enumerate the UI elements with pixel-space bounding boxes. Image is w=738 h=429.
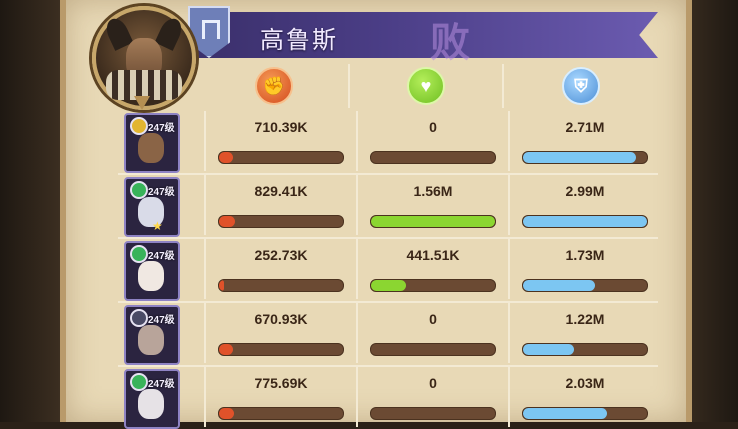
damage-bar [218,215,344,228]
hero-portrait[interactable]: 247级 [124,241,180,301]
header-damage: ✊ [200,64,350,108]
healing-cell: 0 [356,303,508,363]
damage-value: 710.39K [254,119,308,135]
tanked-bar [522,151,648,164]
healing-bar [370,215,496,228]
tanked-cell: 2.99M [508,175,660,235]
shield-defense-icon: ⛨ [562,67,600,105]
damage-fist-icon: ✊ [255,67,293,105]
tanked-cell: 2.03M [508,367,660,427]
hero-portrait[interactable]: 247级 ★ [124,177,180,237]
tanked-fill [523,152,636,163]
hero-level: 247级 [148,251,175,262]
healing-value: 1.56M [413,183,453,199]
tanked-value: 1.73M [565,247,605,263]
damage-cell: 670.93K [204,303,356,363]
damage-fill [219,152,233,163]
tanked-fill [523,408,608,419]
damage-bar [218,407,344,420]
star-icon: ★ [152,219,163,233]
damage-fill [219,408,234,419]
healing-value: 441.51K [406,247,460,263]
tanked-cell: 2.71M [508,111,660,171]
tanked-bar [522,279,648,292]
hero-portrait[interactable]: 247级 [124,113,180,173]
hero-name: 高鲁斯 [260,27,338,54]
hero-portrait[interactable]: 247级 [124,369,180,429]
healing-value: 0 [429,375,437,391]
healing-bar [370,151,496,164]
hero-row: 247级 670.93K 0 1.22M [118,301,658,365]
damage-cell: 775.69K [204,367,356,427]
healing-cell: 1.56M [356,175,508,235]
damage-value: 252.73K [254,247,308,263]
hero-face [138,389,164,419]
tanked-value: 2.03M [565,375,605,391]
damage-value: 829.41K [254,183,308,199]
damage-value: 670.93K [254,311,308,327]
healing-cell: 441.51K [356,239,508,299]
hero-face [138,325,164,355]
damage-fill [219,216,236,227]
tanked-fill [523,280,595,291]
tanked-bar [522,407,648,420]
header-healing: ♥ [350,64,504,108]
tanked-bar [522,215,648,228]
healing-bar [370,407,496,420]
hero-row: 247级 252.73K 441.51K 1.73M [118,237,658,301]
healing-bar [370,279,496,292]
hero-level: 247级 [148,123,175,134]
tanked-fill [523,344,574,355]
hero-face [138,133,164,163]
damage-cell: 252.73K [204,239,356,299]
hero-level: 247级 [148,379,175,390]
stat-header: ✊ ♥ ⛨ [200,64,658,108]
hero-row: 247级 710.39K 0 2.71M [118,111,658,173]
header-tanked: ⛨ [504,64,658,108]
damage-bar [218,343,344,356]
tanked-value: 2.99M [565,183,605,199]
healing-fill [371,216,495,227]
heal-heart-icon: ♥ [407,67,445,105]
healing-fill [371,280,406,291]
damage-bar [218,151,344,164]
tanked-bar [522,343,648,356]
hero-portrait[interactable]: 247级 [124,305,180,365]
tanked-cell: 1.73M [508,239,660,299]
hero-face [138,261,164,291]
hero-armor [106,70,182,100]
defeat-glyph: 败 [430,21,470,65]
hero-name-banner [188,12,658,58]
hero-stat-rows: 247级 710.39K 0 2.71M 247级 ★ 829.41K 1.56… [118,111,658,429]
tanked-value: 2.71M [565,119,605,135]
tanked-value: 1.22M [565,311,605,327]
healing-cell: 0 [356,111,508,171]
damage-value: 775.69K [254,375,308,391]
healing-value: 0 [429,311,437,327]
hero-level: 247级 [148,187,175,198]
tanked-cell: 1.22M [508,303,660,363]
hero-row: 247级 ★ 829.41K 1.56M 2.99M [118,173,658,237]
hero-avatar [92,6,196,110]
healing-cell: 0 [356,367,508,427]
damage-bar [218,279,344,292]
damage-fill [219,280,224,291]
damage-fill [219,344,233,355]
damage-cell: 710.39K [204,111,356,171]
tanked-fill [523,216,647,227]
hero-row: 247级 775.69K 0 2.03M [118,365,658,429]
hero-level: 247级 [148,315,175,326]
damage-cell: 829.41K [204,175,356,235]
healing-bar [370,343,496,356]
healing-value: 0 [429,119,437,135]
